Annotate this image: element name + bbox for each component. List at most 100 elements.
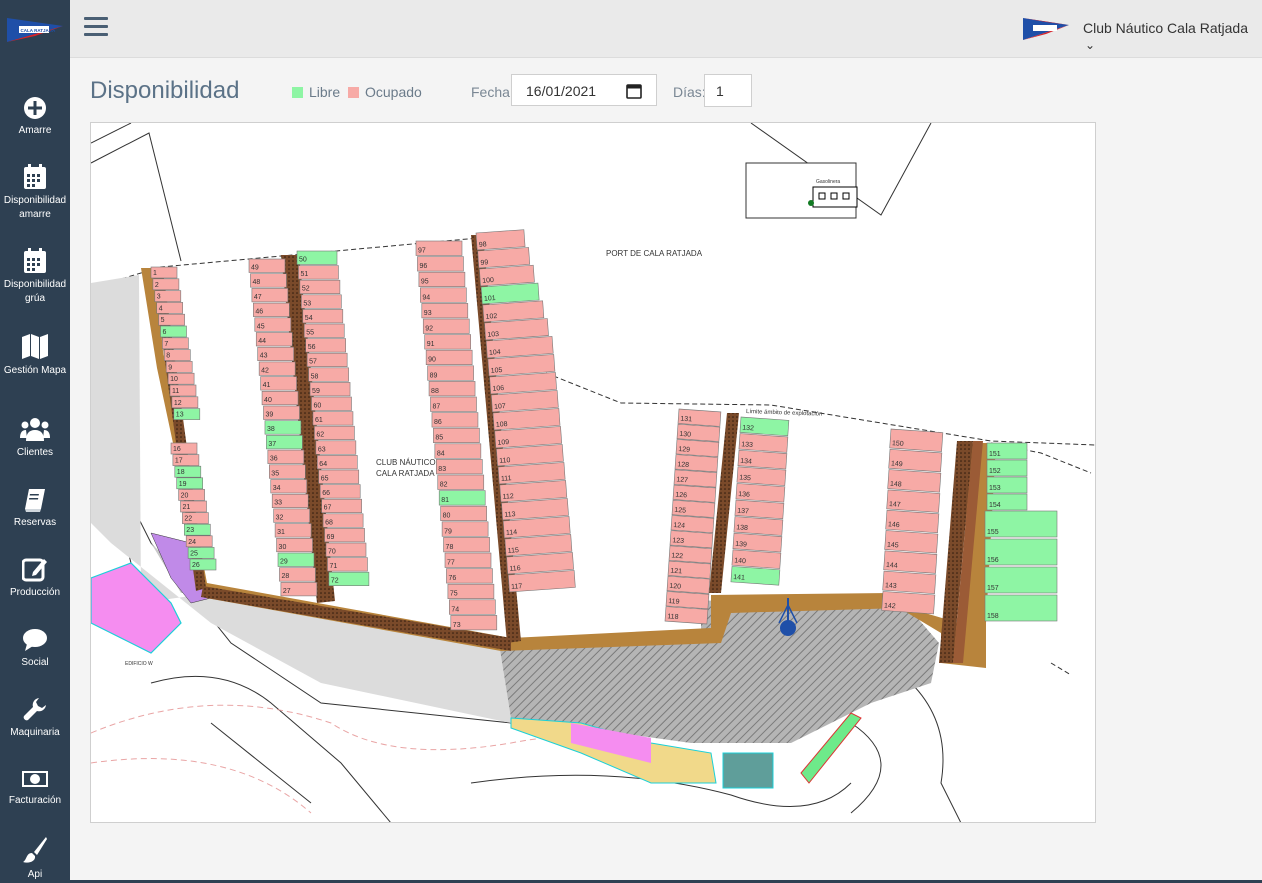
berth-number: 5 <box>161 317 165 324</box>
sidebar: CN CALA RATJADA Amarre Disponibilidad am… <box>0 0 70 883</box>
berth-number: 25 <box>190 550 198 557</box>
chevron-down-icon: ⌄ <box>1085 38 1096 52</box>
nav-item-gestion-mapa[interactable]: Gestión Mapa <box>0 332 70 378</box>
berth-number: 116 <box>509 565 521 573</box>
berth-number: 59 <box>312 388 320 395</box>
nav-label-facturacion: Facturación <box>8 795 62 806</box>
berth-number: 128 <box>677 461 689 469</box>
berth-number: 93 <box>424 310 432 317</box>
berth-number: 156 <box>987 557 999 564</box>
berth-number: 64 <box>319 461 327 468</box>
marina-map[interactable]: 1 2 3 4 5 6 7 8 9 10 11 12 13 16 17 18 19 20 21 22 23 24 25 26 4… <box>90 122 1096 823</box>
berth-number: 121 <box>670 568 682 576</box>
calendar-picker-icon[interactable] <box>626 83 642 102</box>
berth-number: 134 <box>740 458 752 466</box>
nav-item-amarre[interactable]: Amarre <box>0 96 70 138</box>
berth-number: 145 <box>887 542 899 550</box>
club-logo[interactable]: CN CALA RATJADA <box>5 14 65 46</box>
brush-icon <box>23 837 47 863</box>
berth-number: 101 <box>484 295 496 303</box>
nav-item-facturacion[interactable]: Facturación <box>0 768 70 808</box>
nav-item-clientes[interactable]: Clientes <box>0 416 70 460</box>
berth-number: 18 <box>177 469 185 476</box>
berth-number: 3 <box>157 294 161 301</box>
berth-number: 49 <box>251 265 259 272</box>
berth-number: 37 <box>268 441 276 448</box>
berth-number: 91 <box>427 341 435 348</box>
svg-text:CN CALA RATJADA: CN CALA RATJADA <box>13 28 56 33</box>
berth-number: 65 <box>321 476 329 483</box>
berth-number: 75 <box>450 591 458 598</box>
berth-number: 90 <box>428 357 436 364</box>
berth-number: 74 <box>451 606 459 613</box>
nav-item-social[interactable]: Social <box>0 628 70 670</box>
nav-item-disponibilidad-grua[interactable]: Disponibilidad grúa <box>0 248 70 306</box>
berth-number: 60 <box>314 403 322 410</box>
berth-number: 55 <box>306 330 314 337</box>
berth-number: 98 <box>479 241 487 249</box>
berth-number: 118 <box>667 613 679 621</box>
berth-number: 48 <box>252 279 260 286</box>
nav-label-reservas: Reservas <box>13 517 57 528</box>
berth-number: 108 <box>496 421 508 429</box>
berth-number: 57 <box>309 359 317 366</box>
berth-number: 27 <box>283 588 291 595</box>
nav-label-api: Api <box>27 869 43 880</box>
berth-number: 13 <box>176 412 184 419</box>
berth-number: 129 <box>678 446 690 454</box>
nav-item-produccion[interactable]: Producción <box>0 556 70 600</box>
berth-number: 71 <box>329 563 337 570</box>
berth-number: 105 <box>491 367 503 375</box>
top-bar: Club Náutico Cala Ratjada ⌄ <box>70 0 1262 58</box>
limit-label: Límite ámbito de explotación <box>746 409 823 418</box>
berth-number: 73 <box>453 622 461 629</box>
legend-free: Libre <box>292 84 340 100</box>
club-selector[interactable]: Club Náutico Cala Ratjada ⌄ <box>1083 20 1262 52</box>
berth-number: 78 <box>446 544 454 551</box>
berth-number: 127 <box>676 476 688 484</box>
nav-item-maquinaria[interactable]: Maquinaria <box>0 696 70 740</box>
nav-label-gestion-mapa: Gestión Mapa <box>3 365 67 376</box>
date-field[interactable]: 16/01/2021 <box>511 74 657 106</box>
club-logo-small <box>1021 14 1071 44</box>
berth-number: 137 <box>737 508 749 516</box>
berth-number: 29 <box>280 559 288 566</box>
berth-number: 138 <box>736 524 748 532</box>
berth-number: 20 <box>181 492 189 499</box>
berth-number: 146 <box>888 521 900 529</box>
nav-label-clientes: Clientes <box>16 447 54 458</box>
berth-number: 1 <box>153 270 157 277</box>
berth-number: 100 <box>482 277 494 285</box>
menu-toggle-icon[interactable] <box>84 17 108 39</box>
berth-number: 140 <box>734 557 746 565</box>
berth-number: 85 <box>435 435 443 442</box>
berth-number: 112 <box>502 493 514 501</box>
berth-number: 63 <box>318 446 326 453</box>
berth-number: 42 <box>261 367 269 374</box>
nav-item-reservas[interactable]: Reservas <box>0 488 70 530</box>
berth-number: 115 <box>508 547 520 555</box>
club-name: Club Náutico Cala Ratjada <box>1083 20 1248 36</box>
berth-number: 7 <box>164 341 168 348</box>
berth-number: 4 <box>159 305 163 312</box>
berth-number: 133 <box>741 441 753 449</box>
nav-item-disponibilidad-amarre[interactable]: Disponibilidad amarre <box>0 164 70 222</box>
berth-number: 99 <box>480 259 488 267</box>
berth-number: 143 <box>885 582 897 590</box>
port-label: PORT DE CALA RATJADA <box>606 249 703 258</box>
berth-number: 132 <box>742 425 754 433</box>
berth-number: 130 <box>679 431 691 439</box>
berth-number: 149 <box>891 460 903 468</box>
berth-number: 2 <box>155 282 159 289</box>
days-field[interactable]: 1 <box>704 74 752 107</box>
berth-number: 110 <box>499 457 511 465</box>
nav-item-api[interactable]: Api <box>0 836 70 882</box>
berth-number: 106 <box>492 385 504 393</box>
berth-number: 66 <box>322 490 330 497</box>
berth-number: 50 <box>299 257 307 264</box>
berth-number: 123 <box>672 537 684 545</box>
berth-number: 36 <box>270 456 278 463</box>
berth-number: 44 <box>258 338 266 345</box>
berth-number: 125 <box>674 507 686 515</box>
berth-number: 142 <box>884 603 896 611</box>
